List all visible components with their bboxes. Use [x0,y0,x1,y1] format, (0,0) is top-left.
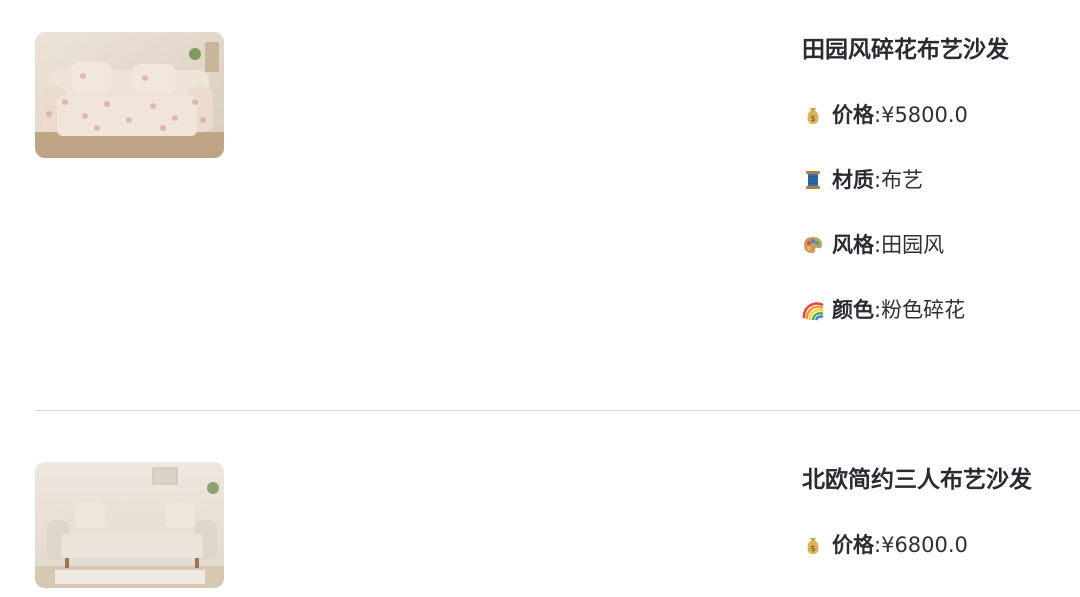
style-row: 风格: 田园风 [802,229,1080,261]
field-separator: : [874,533,882,557]
field-separator: : [874,233,882,257]
rainbow-icon [802,299,824,321]
money-bag-icon: $ [802,534,824,556]
field-separator: : [874,168,882,192]
field-separator: : [874,103,882,127]
field-key: 材质 [832,168,874,192]
material-value: 布艺 [881,168,924,192]
field-key: 价格 [832,103,874,127]
price-row: $ 价格: ¥6800.0 [802,529,1080,561]
price-value: ¥6800.0 [881,533,968,557]
style-value: 田园风 [881,233,945,257]
product-card[interactable]: 田园风碎花布艺沙发 $ 价格: ¥5800.0 材质: 布艺 风格: 田园风 … [35,0,1080,410]
field-separator: : [874,298,882,322]
money-bag-icon: $ [802,104,824,126]
price-value: ¥5800.0 [881,103,968,127]
product-card[interactable]: 北欧简约三人布艺沙发 $ 价格: ¥6800.0 [35,411,1080,597]
product-image[interactable] [35,32,224,158]
product-title[interactable]: 北欧简约三人布艺沙发 [802,464,1080,496]
product-title[interactable]: 田园风碎花布艺沙发 [802,34,1080,66]
product-info: 北欧简约三人布艺沙发 $ 价格: ¥6800.0 [802,464,1080,561]
field-key: 颜色 [832,298,874,322]
material-row: 材质: 布艺 [802,164,1080,196]
palette-icon [802,234,824,256]
product-image[interactable] [35,462,224,588]
price-row: $ 价格: ¥5800.0 [802,99,1080,131]
field-key: 价格 [832,533,874,557]
product-info: 田园风碎花布艺沙发 $ 价格: ¥5800.0 材质: 布艺 风格: 田园风 … [802,34,1080,326]
svg-text:$: $ [810,114,815,123]
svg-text:$: $ [810,544,815,553]
color-value: 粉色碎花 [881,298,966,322]
color-row: 颜色: 粉色碎花 [802,294,1080,326]
thread-spool-icon [802,169,824,191]
field-key: 风格 [832,233,874,257]
